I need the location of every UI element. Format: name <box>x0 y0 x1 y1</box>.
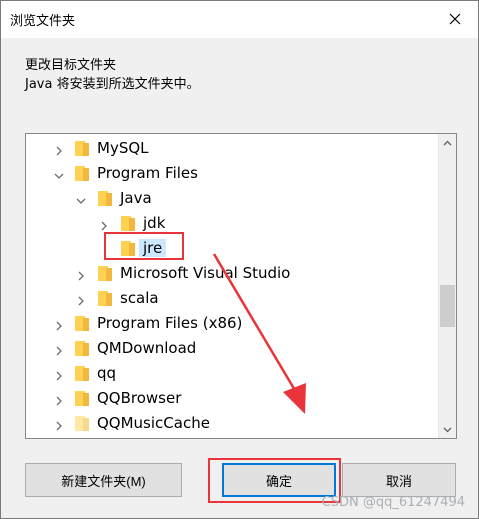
tree-item-label: scala <box>120 289 159 307</box>
tree-item-label: jre <box>139 239 167 257</box>
chevron-right-icon[interactable] <box>53 392 65 406</box>
folder-icon <box>75 415 89 431</box>
cancel-button[interactable]: 取消 <box>342 463 456 497</box>
chevron-down-icon[interactable] <box>75 192 87 204</box>
tree-item-mysql[interactable]: MySQL <box>26 136 435 160</box>
folder-icon <box>121 240 135 256</box>
tree-item-jdk[interactable]: jdk <box>26 211 435 235</box>
tree-item-label: QQMusicCache <box>97 414 210 432</box>
tree-item-qqbrowser[interactable]: QQBrowser <box>26 386 435 410</box>
chevron-right-icon[interactable] <box>53 367 65 381</box>
chevron-right-icon[interactable] <box>75 292 87 306</box>
tree-item-program-files-x86[interactable]: Program Files (x86) <box>26 311 435 335</box>
folder-icon <box>75 340 89 356</box>
folder-icon <box>121 215 135 231</box>
chevron-right-icon[interactable] <box>53 417 65 431</box>
tree-item-label: Microsoft Visual Studio <box>120 264 291 282</box>
message-text: Java 将安装到所选文件夹中。 <box>25 77 200 92</box>
chevron-right-icon[interactable] <box>53 142 65 156</box>
tree-item-label: Program Files (x86) <box>97 314 243 332</box>
tree-item-qmdownload[interactable]: QMDownload <box>26 336 435 360</box>
tree-item-label: QMDownload <box>97 339 197 357</box>
scroll-up-icon[interactable] <box>439 134 456 151</box>
tree-item-label: MySQL <box>97 139 149 157</box>
browse-folder-dialog: 浏览文件夹 更改目标文件夹 Java 将安装到所选文件夹中。 MySQL Pro… <box>0 0 479 519</box>
tree-item-qqmusiccache[interactable]: QQMusicCache <box>26 411 435 435</box>
tree-item-label: QQBrowser <box>97 389 182 407</box>
watermark: CSDN @qq_61247494 <box>321 495 465 510</box>
folder-icon <box>75 365 89 381</box>
tree-item-java[interactable]: Java <box>26 186 435 210</box>
folder-icon <box>75 165 89 181</box>
tree-item-label: Program Files <box>97 164 198 182</box>
close-icon[interactable] <box>438 5 472 33</box>
tree-item-scala[interactable]: scala <box>26 286 435 310</box>
tree-item-label: qq <box>97 364 117 382</box>
vertical-scrollbar[interactable] <box>438 134 456 438</box>
scroll-down-icon[interactable] <box>439 421 456 438</box>
tree-item-program-files[interactable]: Program Files <box>26 161 435 185</box>
tree-item-label: Java <box>120 189 152 207</box>
tree-item-qq[interactable]: qq <box>26 361 435 385</box>
tree-item-microsoft-visual-studio[interactable]: Microsoft Visual Studio <box>26 261 435 285</box>
folder-icon <box>98 265 112 281</box>
window-title: 浏览文件夹 <box>10 14 76 29</box>
folder-tree[interactable]: MySQL Program Files Java jdk jre Microso… <box>25 133 457 439</box>
title-bar: 浏览文件夹 <box>1 1 478 38</box>
chevron-right-icon[interactable] <box>98 217 110 231</box>
chevron-right-icon[interactable] <box>53 317 65 331</box>
folder-icon <box>75 315 89 331</box>
chevron-right-icon[interactable] <box>53 342 65 356</box>
new-folder-button[interactable]: 新建文件夹(M) <box>25 463 182 497</box>
folder-icon <box>98 190 112 206</box>
scrollbar-thumb[interactable] <box>440 285 455 327</box>
folder-icon <box>98 290 112 306</box>
message-heading: 更改目标文件夹 <box>25 58 117 73</box>
folder-icon <box>75 390 89 406</box>
chevron-down-icon[interactable] <box>53 167 65 179</box>
tree-item-jre[interactable]: jre <box>26 236 435 260</box>
ok-button[interactable]: 确定 <box>222 463 336 497</box>
chevron-right-icon[interactable] <box>75 267 87 281</box>
folder-icon <box>75 140 89 156</box>
tree-item-label: jdk <box>143 214 166 232</box>
